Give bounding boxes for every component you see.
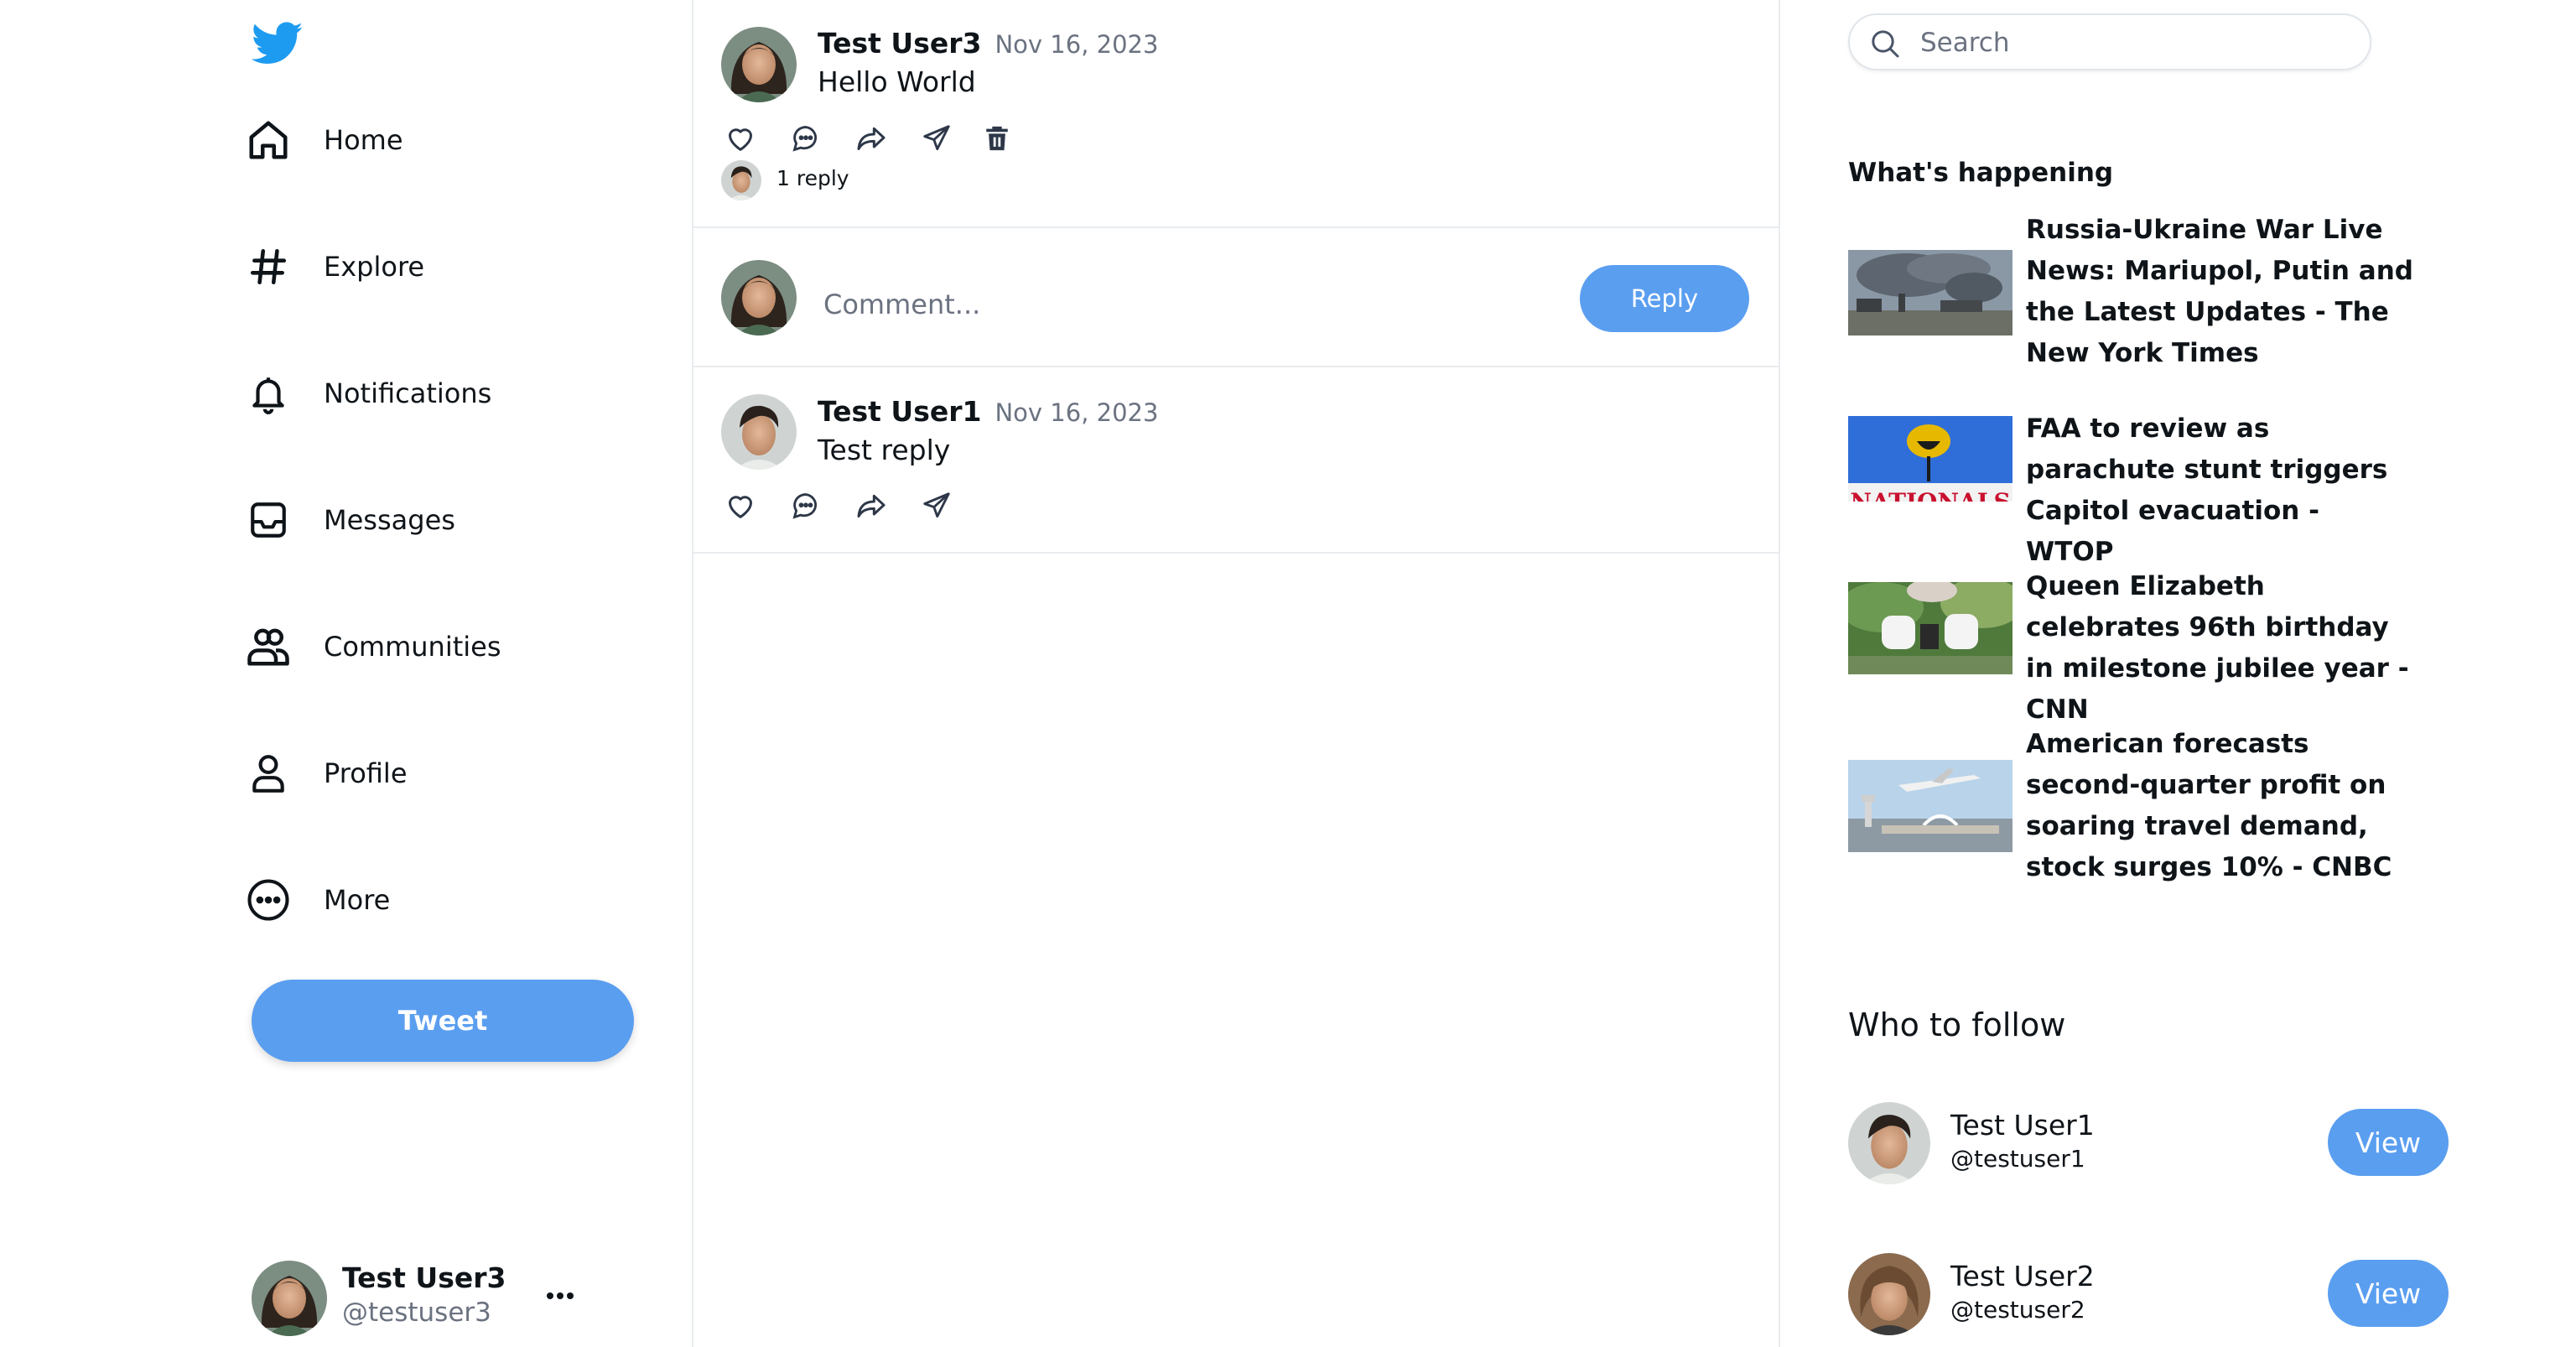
follow-name-2[interactable]: Test User2 <box>1950 1260 2095 1292</box>
nav-more[interactable]: More <box>243 871 390 929</box>
nav-profile-label: Profile <box>324 757 408 789</box>
reply-preview-avatar <box>721 160 761 200</box>
delete-button[interactable] <box>978 119 1016 158</box>
account-name: Test User3 <box>342 1261 506 1294</box>
send-icon <box>923 125 950 151</box>
ellipsis-icon <box>547 1292 574 1299</box>
composer-divider <box>693 366 1779 367</box>
send-icon <box>923 492 950 518</box>
follow-handle-2: @testuser2 <box>1950 1296 2085 1324</box>
share-button[interactable] <box>852 119 891 158</box>
nav-profile[interactable]: Profile <box>243 744 408 803</box>
account-menu-button[interactable] <box>543 1283 577 1308</box>
view-button-2[interactable]: View <box>2328 1260 2449 1327</box>
follow-handle-1: @testuser1 <box>1950 1145 2085 1173</box>
who-to-follow-heading: Who to follow <box>1848 1006 2066 1043</box>
news-title-1[interactable]: Russia-Ukraine War Live News: Mariupol, … <box>2026 210 2415 374</box>
follow-avatar-1[interactable] <box>1848 1102 1930 1184</box>
nationals-sign-text: NATIONALS <box>1850 488 2010 502</box>
reply-avatar[interactable] <box>721 394 797 470</box>
comment-icon <box>792 126 817 152</box>
comment-input[interactable] <box>822 278 1546 330</box>
search-icon <box>1872 30 1899 58</box>
nav-explore-label: Explore <box>324 251 425 283</box>
search-input[interactable] <box>1919 22 2341 64</box>
search-box[interactable] <box>1848 13 2371 70</box>
reply-date: Nov 16, 2023 <box>995 398 1159 427</box>
news-title-3[interactable]: Queen Elizabeth celebrates 96th birthday… <box>2026 566 2415 731</box>
account-avatar[interactable] <box>252 1261 327 1336</box>
nav-messages[interactable]: Messages <box>243 491 455 549</box>
more-circle-icon <box>243 875 293 925</box>
tweet-button[interactable]: Tweet <box>252 980 634 1062</box>
home-icon <box>243 115 293 165</box>
reply-divider <box>693 552 1779 554</box>
like-button[interactable] <box>721 119 760 158</box>
users-icon <box>243 621 293 672</box>
news-image-3[interactable] <box>1848 582 2012 674</box>
bell-icon <box>243 368 293 419</box>
post-divider <box>693 226 1779 228</box>
reply-text: Test reply <box>818 434 951 466</box>
heart-icon <box>729 496 752 518</box>
reply-comment-button[interactable] <box>787 486 825 525</box>
share-icon <box>857 127 886 150</box>
nav-communities[interactable]: Communities <box>243 617 501 676</box>
reply-author-name[interactable]: Test User1 <box>818 395 981 428</box>
post-author-name[interactable]: Test User3 <box>818 27 981 60</box>
trash-icon <box>986 126 1008 151</box>
post-avatar[interactable] <box>721 27 797 102</box>
comment-button[interactable] <box>787 119 825 158</box>
user-icon <box>243 748 293 798</box>
twitter-logo[interactable] <box>252 22 304 65</box>
nav-explore[interactable]: Explore <box>243 237 424 296</box>
reply-count[interactable]: 1 reply <box>776 166 849 190</box>
nav-home-label: Home <box>324 124 403 156</box>
reply-like-button[interactable] <box>721 486 760 525</box>
nav-more-label: More <box>324 884 391 916</box>
comment-icon <box>792 493 817 519</box>
hashtag-icon <box>243 242 293 292</box>
news-image-2[interactable]: NATIONALS <box>1848 416 2012 502</box>
nav-home[interactable]: Home <box>243 111 403 169</box>
nav-messages-label: Messages <box>324 504 455 536</box>
news-image-1[interactable] <box>1848 250 2012 335</box>
news-image-4[interactable] <box>1848 760 2012 852</box>
composer-avatar <box>721 260 797 335</box>
news-title-4[interactable]: American forecasts second-quarter profit… <box>2026 724 2415 888</box>
nav-notifications[interactable]: Notifications <box>243 364 491 423</box>
account-handle: @testuser3 <box>342 1298 491 1328</box>
nav-notifications-label: Notifications <box>324 377 492 409</box>
view-button-1[interactable]: View <box>2328 1109 2449 1176</box>
post-date: Nov 16, 2023 <box>995 30 1159 59</box>
whats-happening-heading: What's happening <box>1848 158 2114 188</box>
heart-icon <box>729 128 752 151</box>
news-title-2[interactable]: FAA to review as parachute stunt trigger… <box>2026 408 2415 573</box>
reply-share-button[interactable] <box>852 486 891 525</box>
share-icon <box>857 494 886 517</box>
nav-communities-label: Communities <box>324 631 501 663</box>
right-column-divider <box>1779 0 1780 1347</box>
reply-button[interactable]: Reply <box>1580 265 1749 332</box>
follow-avatar-2[interactable] <box>1848 1253 1930 1335</box>
twitter-bird-icon <box>252 22 303 65</box>
inbox-icon <box>243 495 293 545</box>
reply-send-button[interactable] <box>917 486 956 525</box>
send-button[interactable] <box>917 119 956 158</box>
left-column-divider <box>692 0 693 1347</box>
post-text: Hello World <box>818 65 976 98</box>
follow-name-1[interactable]: Test User1 <box>1950 1109 2095 1142</box>
